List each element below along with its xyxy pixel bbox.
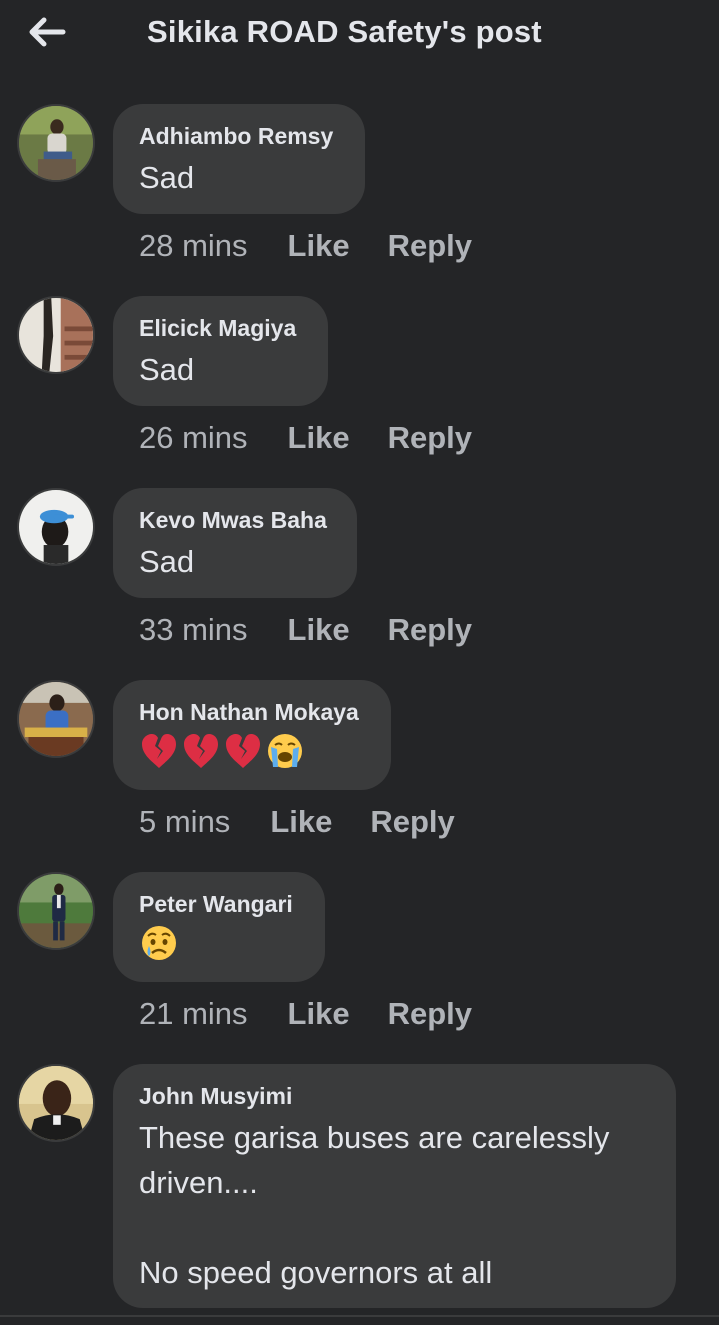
comment-actions: 33 mins Like Reply [139, 612, 472, 648]
broken-heart-icon [142, 734, 176, 768]
comment-emojis [139, 729, 365, 773]
comment-timestamp: 33 mins [139, 612, 248, 647]
avatar-photo [19, 874, 93, 948]
comment-bubble: Elicick Magiya Sad [113, 296, 328, 406]
comment-author[interactable]: Hon Nathan Mokaya [139, 697, 365, 727]
broken-heart-icon [226, 734, 260, 768]
comment-bubble: Kevo Mwas Baha Sad [113, 488, 357, 598]
like-button[interactable]: Like [288, 612, 350, 648]
comment-author[interactable]: Peter Wangari [139, 889, 299, 919]
comment-text: Sad [139, 160, 195, 195]
top-bar: Sikika ROAD Safety's post [0, 0, 719, 76]
divider [0, 1315, 719, 1317]
comment-text: Sad [139, 352, 195, 387]
page-title: Sikika ROAD Safety's post [147, 14, 542, 49]
avatar-photo [19, 106, 93, 180]
broken-heart-icon [184, 734, 218, 768]
reply-button[interactable]: Reply [388, 996, 472, 1032]
avatar[interactable] [17, 680, 95, 758]
avatar-photo [19, 298, 93, 372]
comment-text: Sad [139, 544, 195, 579]
avatar[interactable] [17, 872, 95, 950]
avatar-photo [19, 1066, 93, 1140]
back-button[interactable] [22, 12, 72, 52]
avatar-photo [19, 490, 93, 564]
reply-button[interactable]: Reply [370, 804, 454, 840]
arrow-left-icon [29, 17, 66, 47]
avatar[interactable] [17, 488, 95, 566]
comment-bubble: John Musyimi These garisa buses are care… [113, 1064, 676, 1308]
like-button[interactable]: Like [288, 228, 350, 264]
comment-actions: 5 mins Like Reply [139, 804, 455, 840]
like-button[interactable]: Like [288, 420, 350, 456]
loudly-crying-face-icon [268, 734, 302, 768]
comment-actions: 28 mins Like Reply [139, 228, 472, 264]
comment-author[interactable]: Kevo Mwas Baha [139, 505, 331, 535]
comment-bubble: Hon Nathan Mokaya [113, 680, 391, 790]
like-button[interactable]: Like [270, 804, 332, 840]
comment-bubble: Peter Wangari [113, 872, 325, 982]
reply-button[interactable]: Reply [388, 420, 472, 456]
comment-timestamp: 28 mins [139, 228, 248, 263]
like-button[interactable]: Like [288, 996, 350, 1032]
comment-emojis [139, 921, 299, 965]
avatar[interactable] [17, 296, 95, 374]
comment-actions: 21 mins Like Reply [139, 996, 472, 1032]
avatar[interactable] [17, 104, 95, 182]
comment-bubble: Adhiambo Remsy Sad [113, 104, 365, 214]
comment-author[interactable]: Adhiambo Remsy [139, 121, 339, 151]
comment-actions: 26 mins Like Reply [139, 420, 472, 456]
avatar-photo [19, 682, 93, 756]
comment-timestamp: 5 mins [139, 804, 231, 839]
reply-button[interactable]: Reply [388, 228, 472, 264]
comment-author[interactable]: John Musyimi [139, 1081, 650, 1111]
comment-author[interactable]: Elicick Magiya [139, 313, 302, 343]
comment-timestamp: 26 mins [139, 420, 248, 455]
comment-text: These garisa buses are carelessly driven… [139, 1120, 610, 1290]
comment-timestamp: 21 mins [139, 996, 248, 1031]
crying-face-icon [142, 926, 176, 960]
reply-button[interactable]: Reply [388, 612, 472, 648]
avatar[interactable] [17, 1064, 95, 1142]
